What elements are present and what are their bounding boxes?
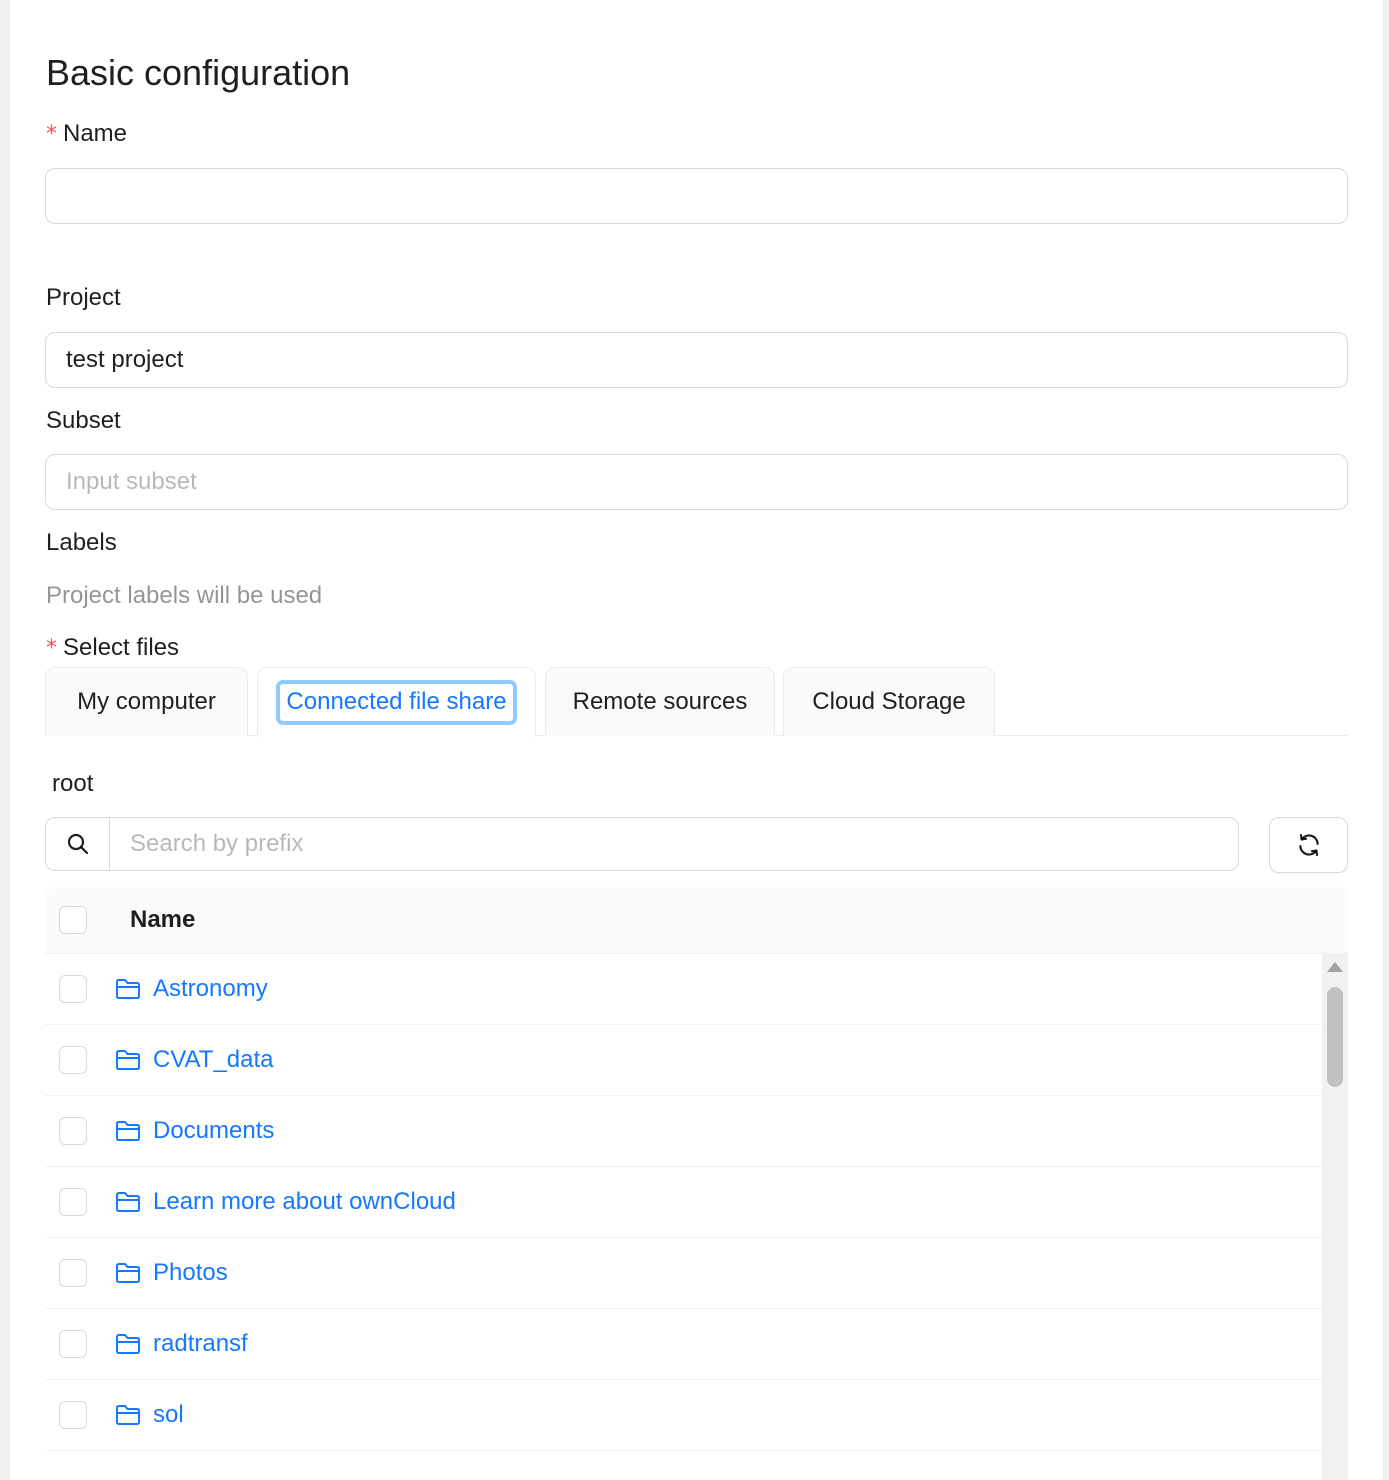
search-box — [45, 817, 1239, 871]
name-column-header[interactable]: Name — [130, 906, 195, 934]
file-source-tabs: My computer Connected file share Remote … — [45, 667, 1348, 737]
folder-name-link[interactable]: Learn more about ownCloud — [153, 1188, 456, 1216]
folder-icon — [116, 1263, 140, 1283]
subset-label: Subset — [46, 407, 121, 434]
table-body: Astronomy CVAT_data Documents Learn more ab… — [45, 954, 1348, 1480]
refresh-button[interactable] — [1269, 817, 1348, 873]
file-table: Name Astronomy CVAT_data Documents Learn mo… — [45, 887, 1348, 1480]
reload-icon — [1298, 833, 1319, 857]
folder-name-link[interactable]: CVAT_data — [153, 1046, 274, 1074]
scroll-up-arrow-icon[interactable] — [1327, 962, 1343, 972]
row-checkbox[interactable] — [59, 1330, 87, 1358]
folder-name-link[interactable]: radtransf — [153, 1330, 248, 1358]
select-files-label: * Select files — [46, 634, 180, 661]
subset-input[interactable] — [45, 454, 1348, 510]
row-checkbox[interactable] — [59, 1046, 87, 1074]
table-row[interactable]: sol — [45, 1380, 1322, 1451]
folder-icon — [116, 1334, 140, 1354]
labels-label: Labels — [46, 529, 117, 556]
folder-icon — [116, 1121, 140, 1141]
table-row[interactable]: CVAT_data — [45, 1025, 1322, 1096]
row-checkbox[interactable] — [59, 1401, 87, 1429]
scroll-thumb[interactable] — [1327, 987, 1343, 1087]
required-mark: * — [46, 122, 57, 147]
row-checkbox[interactable] — [59, 1188, 87, 1216]
folder-name-link[interactable]: sol — [153, 1401, 184, 1429]
search-button[interactable] — [46, 818, 110, 870]
table-row[interactable]: Documents — [45, 1096, 1322, 1167]
table-row[interactable]: Learn more about ownCloud — [45, 1167, 1322, 1238]
create-task-form: Basic configuration *Name Project Subset… — [10, 0, 1383, 1480]
breadcrumb[interactable]: root — [52, 770, 93, 798]
project-select[interactable] — [45, 332, 1348, 388]
table-scrollbar[interactable] — [1322, 954, 1348, 1480]
labels-hint: Project labels will be used — [46, 582, 323, 609]
table-header: Name — [45, 887, 1348, 954]
row-checkbox[interactable] — [59, 1259, 87, 1287]
row-checkbox[interactable] — [59, 1117, 87, 1145]
folder-icon — [116, 979, 140, 999]
tab-connected-file-share[interactable]: Connected file share — [257, 667, 536, 737]
folder-name-link[interactable]: Astronomy — [153, 975, 268, 1003]
folder-icon — [116, 1405, 140, 1425]
table-row[interactable]: radtransf — [45, 1309, 1322, 1380]
select-all-checkbox[interactable] — [59, 906, 87, 934]
tab-my-computer[interactable]: My computer — [45, 667, 248, 736]
folder-name-link[interactable]: Documents — [153, 1117, 274, 1145]
row-checkbox[interactable] — [59, 975, 87, 1003]
search-input[interactable] — [110, 818, 1238, 870]
search-icon — [67, 833, 88, 855]
name-label: * Name — [46, 120, 128, 147]
tab-remote-sources[interactable]: Remote sources — [545, 667, 775, 736]
page-title: Basic configuration — [46, 52, 351, 93]
folder-icon — [116, 1192, 140, 1212]
required-mark: * — [46, 636, 57, 661]
table-row[interactable]: Photos — [45, 1238, 1322, 1309]
name-input[interactable] — [45, 168, 1348, 224]
folder-name-link[interactable]: Photos — [153, 1259, 228, 1287]
project-label: Project — [46, 284, 121, 311]
tab-cloud-storage[interactable]: Cloud Storage — [783, 667, 995, 736]
folder-icon — [116, 1050, 140, 1070]
table-row[interactable]: Astronomy — [45, 954, 1322, 1025]
